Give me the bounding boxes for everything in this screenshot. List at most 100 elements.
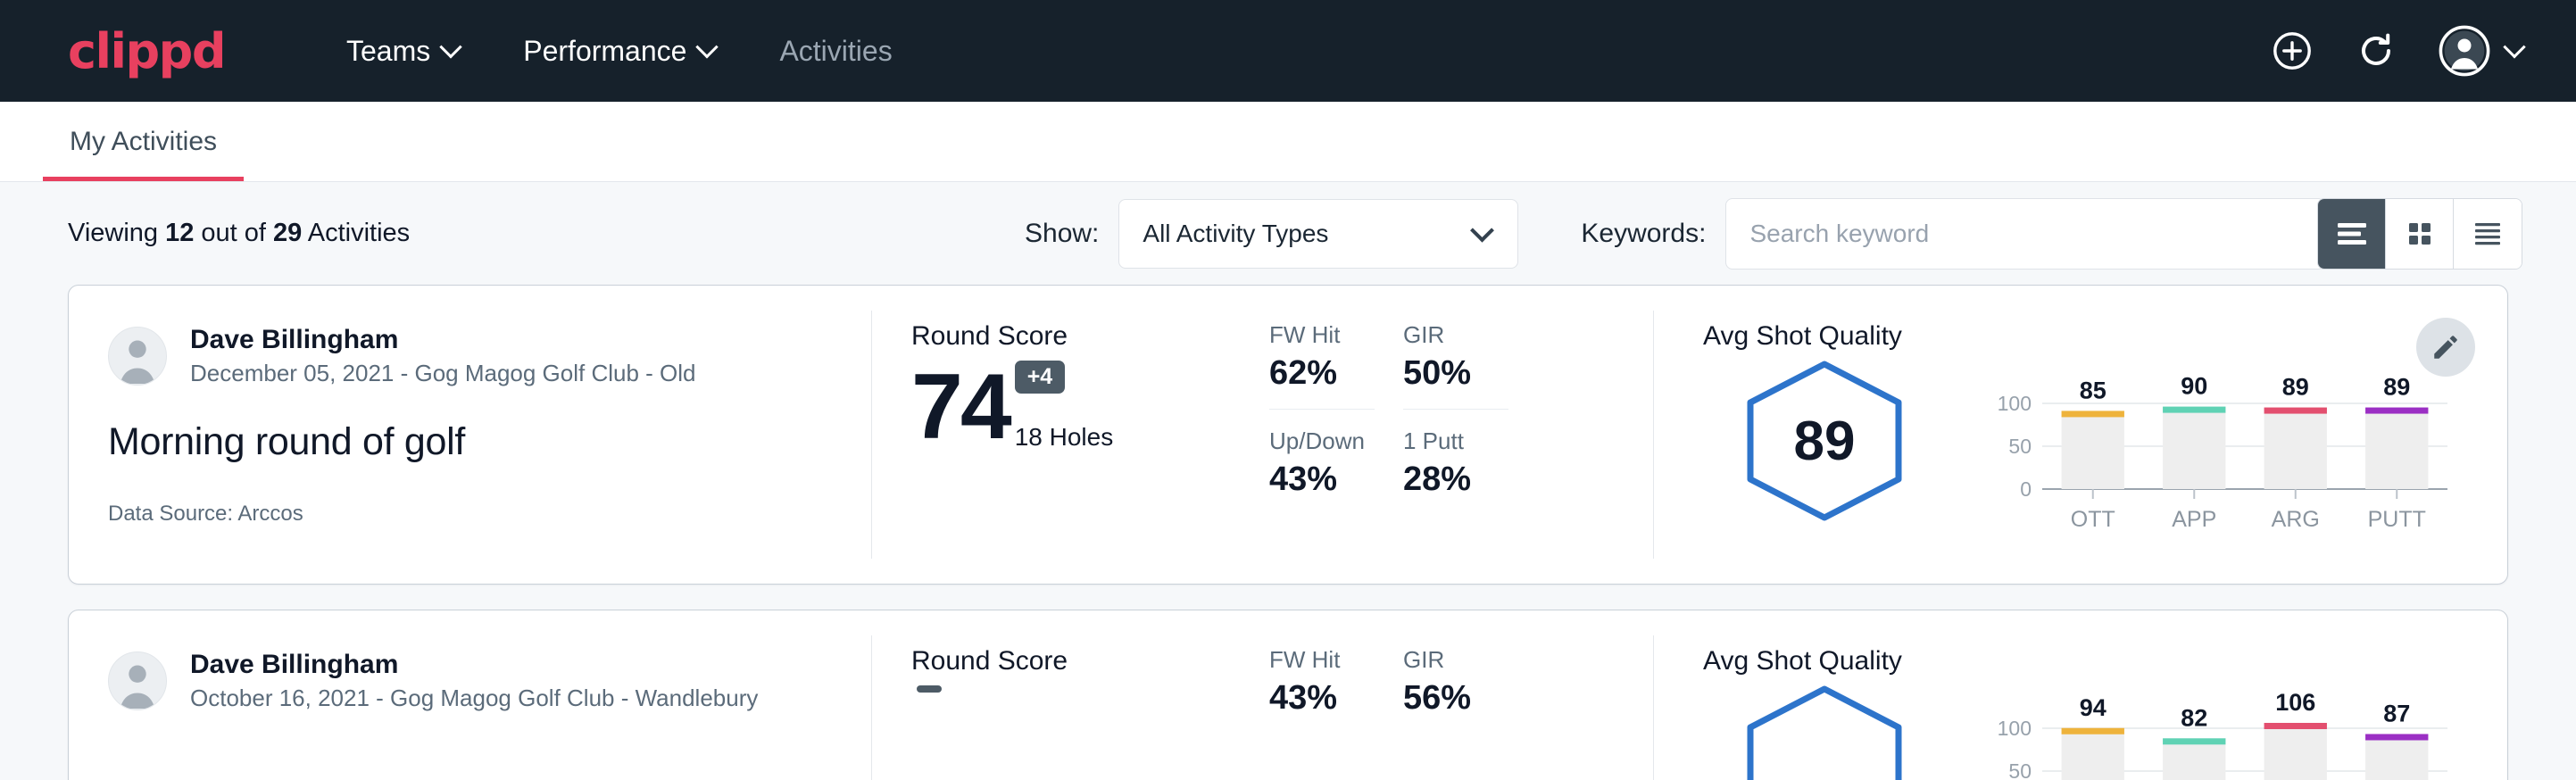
- score-to-par-badge: +4: [1015, 361, 1066, 394]
- activity-title: Morning round of golf: [108, 420, 833, 464]
- activity-card[interactable]: Dave Billingham October 16, 2021 - Gog M…: [68, 610, 2508, 780]
- tab-my-activities[interactable]: My Activities: [43, 127, 244, 181]
- nav-item-performance[interactable]: Performance: [491, 35, 747, 68]
- grid-view-icon: [2404, 218, 2436, 250]
- divider: [1269, 409, 1375, 410]
- tab-my-activities-label: My Activities: [70, 127, 217, 156]
- filter-bar: Viewing 12 out of 29 Activities Show: Al…: [0, 182, 2576, 285]
- author-name: Dave Billingham: [190, 648, 758, 682]
- round-score-row: [911, 685, 1269, 778]
- refresh-icon[interactable]: [2355, 29, 2397, 72]
- viewing-suffix: Activities: [302, 219, 410, 247]
- nav-item-teams[interactable]: Teams: [314, 35, 491, 68]
- chevron-down-icon: [2503, 36, 2525, 58]
- activity-meta: December 05, 2021 - Gog Magog Golf Club …: [190, 359, 696, 389]
- view-mode-list-button[interactable]: [2318, 199, 2386, 269]
- avg-shot-quality-block: Avg Shot Quality 89 05010085OTT90APP89AR…: [1653, 286, 2507, 584]
- viewing-total: 29: [273, 219, 302, 247]
- keywords-label: Keywords:: [1581, 219, 1706, 249]
- activity-card[interactable]: Dave Billingham December 05, 2021 - Gog …: [68, 285, 2508, 585]
- list-view-icon: [2334, 219, 2370, 249]
- svg-text:APP: APP: [2172, 507, 2216, 532]
- round-score-block: Round Score 74 +4 18 Holes: [872, 286, 1269, 584]
- activity-data-source: Data Source: Arccos: [108, 502, 833, 527]
- stat-value-fw-hit: 43%: [1269, 679, 1403, 718]
- nav-item-activities-label: Activities: [779, 35, 892, 68]
- stat-value-gir: 50%: [1403, 354, 1537, 393]
- round-score-value: 74: [911, 361, 1010, 453]
- stat-value-gir: 56%: [1403, 679, 1537, 718]
- score-to-par-badge: [917, 685, 942, 693]
- viewing-middle: out of: [194, 219, 273, 247]
- svg-text:89: 89: [2282, 374, 2309, 401]
- filter-controls: Show: All Activity Types Keywords:: [1025, 182, 2325, 285]
- avatar: [108, 651, 167, 710]
- nav-item-performance-label: Performance: [523, 35, 686, 68]
- account-menu[interactable]: [2439, 25, 2522, 77]
- view-mode-grid-button[interactable]: [2386, 199, 2454, 269]
- search-input[interactable]: [1725, 198, 2325, 270]
- stat-label-gir: GIR: [1403, 321, 1537, 349]
- stat-column-left: FW Hit 62% Up/Down 43%: [1269, 321, 1403, 584]
- view-mode-compact-button[interactable]: [2454, 199, 2522, 269]
- stat-label-fw-hit: FW Hit: [1269, 321, 1403, 349]
- viewing-prefix: Viewing: [68, 219, 165, 247]
- stat-value-1-putt: 28%: [1403, 461, 1537, 499]
- stat-label-1-putt: 1 Putt: [1403, 427, 1537, 455]
- activity-card-list: Dave Billingham December 05, 2021 - Gog …: [0, 285, 2576, 780]
- nav-item-activities[interactable]: Activities: [747, 35, 924, 68]
- svg-text:100: 100: [1998, 717, 2032, 740]
- round-stats-grid: FW Hit 62% Up/Down 43% GIR 50% 1 Putt 28…: [1269, 286, 1653, 584]
- svg-text:50: 50: [2008, 759, 2032, 780]
- pencil-icon: [2431, 332, 2461, 362]
- avg-shot-quality-block: Avg Shot Quality 05010094OTT82APP106ARG8…: [1653, 610, 2507, 780]
- viewing-count: 12: [165, 219, 194, 247]
- svg-text:106: 106: [2275, 689, 2315, 716]
- avg-shot-quality-label: Avg Shot Quality: [1703, 321, 2507, 352]
- holes-played: 18 Holes: [1015, 423, 1114, 453]
- svg-text:94: 94: [2080, 694, 2107, 721]
- svg-text:0: 0: [2020, 477, 2032, 501]
- divider: [1403, 409, 1508, 410]
- stat-value-up-down: 43%: [1269, 461, 1403, 499]
- bar-chart: 05010085OTT90APP89ARG89PUTT: [1980, 364, 2453, 543]
- stat-label-gir: GIR: [1403, 646, 1537, 674]
- svg-text:90: 90: [2181, 373, 2207, 400]
- person-avatar-icon: [109, 651, 166, 709]
- bar-chart: 05010094OTT82APP106ARG87PUTT: [1980, 689, 2453, 780]
- primary-nav-links: Teams Performance Activities: [314, 35, 925, 68]
- round-score-label: Round Score: [911, 321, 1269, 352]
- activity-type-select-value: All Activity Types: [1143, 220, 1328, 248]
- svg-text:89: 89: [2383, 374, 2410, 401]
- stat-column-right: GIR 56%: [1403, 646, 1537, 780]
- round-score-label: Round Score: [911, 646, 1269, 676]
- avatar: [108, 327, 167, 386]
- shot-quality-chart: 05010085OTT90APP89ARG89PUTT: [1980, 364, 2453, 547]
- svg-text:PUTT: PUTT: [2368, 507, 2426, 532]
- round-stats-grid: FW Hit 43% GIR 56%: [1269, 610, 1653, 780]
- stat-column-left: FW Hit 43%: [1269, 646, 1403, 780]
- round-score-row: 74 +4 18 Holes: [911, 361, 1269, 453]
- round-score-block: Round Score: [872, 610, 1269, 780]
- author-name: Dave Billingham: [190, 323, 696, 357]
- clippd-logo[interactable]: clippd: [68, 23, 225, 79]
- top-navigation-bar: clippd Teams Performance Activities: [0, 0, 2576, 102]
- svg-text:OTT: OTT: [2071, 507, 2115, 532]
- add-circle-icon[interactable]: [2271, 29, 2314, 72]
- nav-actions: [2271, 0, 2522, 102]
- viewing-summary: Viewing 12 out of 29 Activities: [68, 219, 410, 248]
- view-mode-toggle-group: [2317, 198, 2522, 270]
- svg-text:85: 85: [2080, 377, 2107, 403]
- quality-hexagon: [1735, 682, 1914, 780]
- quality-hexagon: 89: [1735, 357, 1914, 525]
- avg-shot-quality-label: Avg Shot Quality: [1703, 646, 2507, 676]
- edit-activity-button[interactable]: [2416, 318, 2475, 377]
- activity-meta: October 16, 2021 - Gog Magog Golf Club -…: [190, 684, 758, 714]
- stat-label-fw-hit: FW Hit: [1269, 646, 1403, 674]
- stat-column-right: GIR 50% 1 Putt 28%: [1403, 321, 1537, 584]
- nav-item-teams-label: Teams: [346, 35, 430, 68]
- activity-type-select[interactable]: All Activity Types: [1118, 199, 1518, 269]
- account-avatar-icon: [2439, 25, 2490, 77]
- stat-label-up-down: Up/Down: [1269, 427, 1403, 455]
- quality-score-value: 89: [1735, 357, 1914, 525]
